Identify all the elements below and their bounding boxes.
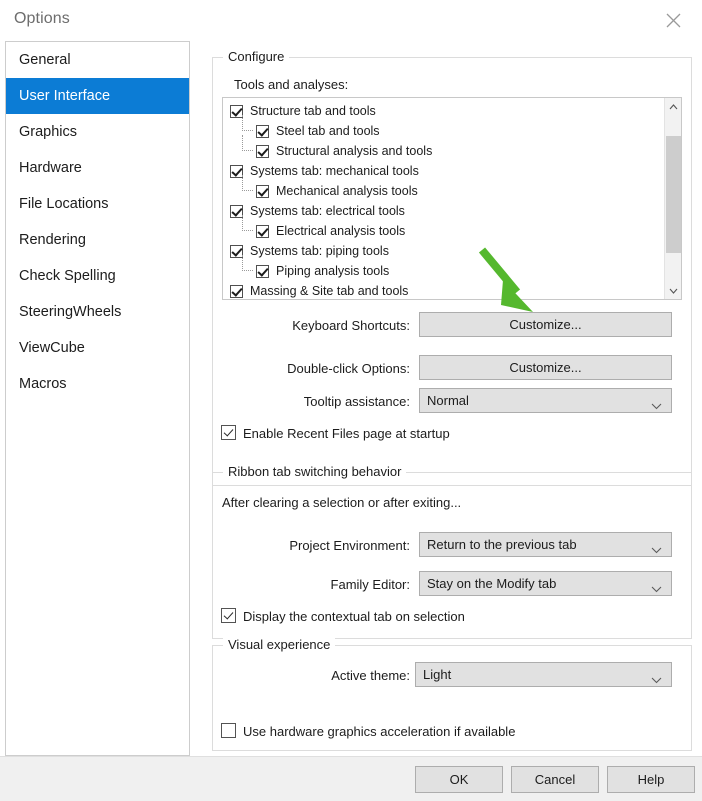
tree-checkbox[interactable] — [256, 144, 269, 158]
sidebar-item-label: Check Spelling — [19, 268, 116, 284]
tree-item[interactable]: Steel tab and tools — [223, 115, 663, 141]
keyboard-shortcuts-customize-button[interactable]: Customize... — [419, 312, 672, 337]
family-editor-label: Family Editor: — [330, 577, 410, 592]
sidebar-item-label: Hardware — [19, 160, 82, 176]
sidebar-item-check-spelling[interactable]: Check Spelling — [6, 258, 189, 294]
family-editor-select[interactable]: Stay on the Modify tab — [419, 571, 672, 596]
tree-item[interactable]: Massing & Site tab and tools — [223, 281, 663, 299]
sidebar-item-label: SteeringWheels — [19, 304, 122, 320]
tooltip-assistance-select[interactable]: Normal — [419, 388, 672, 413]
scroll-up-icon[interactable] — [665, 98, 681, 115]
scrollbar-thumb[interactable] — [666, 136, 681, 253]
tree-item-label: Massing & Site tab and tools — [250, 284, 409, 298]
sidebar-item-user-interface[interactable]: User Interface — [6, 78, 189, 114]
help-button[interactable]: Help — [607, 766, 695, 793]
settings-panel: Configure Tools and analyses: Structure … — [200, 41, 698, 756]
enable-recent-files-checkbox[interactable] — [221, 425, 236, 440]
tree-scrollbar[interactable] — [664, 98, 681, 299]
sidebar-item-macros[interactable]: Macros — [6, 366, 189, 402]
sidebar-item-label: General — [19, 52, 71, 68]
cancel-button[interactable]: Cancel — [511, 766, 599, 793]
tree-checkbox[interactable] — [256, 184, 269, 198]
chevron-down-icon — [651, 398, 662, 413]
sidebar-item-steeringwheels[interactable]: SteeringWheels — [6, 294, 189, 330]
keyboard-shortcuts-label: Keyboard Shortcuts: — [292, 318, 410, 333]
chevron-down-icon — [651, 581, 662, 596]
tree-item-label: Piping analysis tools — [276, 264, 390, 278]
tooltip-assistance-value: Normal — [427, 393, 469, 408]
close-button[interactable] — [652, 6, 694, 34]
tree-item[interactable]: Structural analysis and tools — [223, 135, 663, 161]
sidebar-item-viewcube[interactable]: ViewCube — [6, 330, 189, 366]
sidebar-item-file-locations[interactable]: File Locations — [6, 186, 189, 222]
category-sidebar: General User Interface Graphics Hardware… — [5, 41, 190, 756]
tree-checkbox[interactable] — [256, 264, 269, 278]
sidebar-item-label: ViewCube — [19, 340, 85, 356]
display-contextual-tab-label: Display the contextual tab on selection — [243, 609, 465, 624]
hardware-acceleration-checkbox[interactable] — [221, 723, 236, 738]
project-environment-label: Project Environment: — [289, 538, 410, 553]
tree-item-label: Structure tab and tools — [250, 104, 376, 118]
scroll-down-icon[interactable] — [665, 282, 681, 299]
tools-tree-rows: Structure tab and tools Steel tab and to… — [223, 98, 663, 299]
tree-item-label: Systems tab: piping tools — [250, 244, 389, 258]
family-editor-value: Stay on the Modify tab — [427, 576, 557, 591]
active-theme-select[interactable]: Light — [415, 662, 672, 687]
sidebar-item-rendering[interactable]: Rendering — [6, 222, 189, 258]
tree-item-label: Mechanical analysis tools — [276, 184, 418, 198]
hardware-acceleration-label: Use hardware graphics acceleration if av… — [243, 724, 516, 739]
tree-item[interactable]: Electrical analysis tools — [223, 215, 663, 241]
sidebar-item-label: Macros — [19, 376, 67, 392]
enable-recent-files-label: Enable Recent Files page at startup — [243, 426, 450, 441]
double-click-customize-button[interactable]: Customize... — [419, 355, 672, 380]
dialog-footer: OK Cancel Help — [0, 756, 702, 801]
tree-item[interactable]: Piping analysis tools — [223, 255, 663, 281]
chevron-down-icon — [651, 542, 662, 557]
page-title: Options — [14, 10, 70, 27]
sidebar-item-label: File Locations — [19, 196, 109, 212]
sidebar-item-label: Rendering — [19, 232, 86, 248]
tools-and-analyses-label: Tools and analyses: — [234, 77, 349, 92]
project-environment-value: Return to the previous tab — [427, 537, 577, 552]
sidebar-item-hardware[interactable]: Hardware — [6, 150, 189, 186]
title-bar: Options — [0, 0, 702, 42]
active-theme-value: Light — [423, 667, 452, 682]
visual-experience-group-legend: Visual experience — [223, 637, 336, 652]
tree-item-label: Steel tab and tools — [276, 124, 380, 138]
tools-tree-list[interactable]: Structure tab and tools Steel tab and to… — [222, 97, 682, 300]
tree-checkbox[interactable] — [256, 124, 269, 138]
tree-checkbox[interactable] — [256, 224, 269, 238]
active-theme-label: Active theme: — [331, 668, 410, 683]
tree-item[interactable]: Structure tab and tools — [223, 101, 663, 121]
ok-button[interactable]: OK — [415, 766, 503, 793]
sidebar-item-general[interactable]: General — [6, 42, 189, 78]
ribbon-behavior-intro: After clearing a selection or after exit… — [222, 495, 462, 510]
tree-item-label: Structural analysis and tools — [276, 144, 433, 158]
tree-checkbox[interactable] — [230, 284, 243, 298]
options-dialog: Options General User Interface Graphics … — [0, 0, 702, 801]
display-contextual-tab-checkbox[interactable] — [221, 608, 236, 623]
sidebar-item-label: Graphics — [19, 124, 78, 140]
configure-group-legend: Configure — [223, 49, 290, 64]
double-click-options-label: Double-click Options: — [287, 361, 410, 376]
chevron-down-icon — [651, 672, 662, 687]
tree-item[interactable]: Systems tab: piping tools — [223, 241, 663, 261]
sidebar-item-graphics[interactable]: Graphics — [6, 114, 189, 150]
tree-item[interactable]: Systems tab: mechanical tools — [223, 161, 663, 181]
tree-item-label: Systems tab: mechanical tools — [250, 164, 419, 178]
tooltip-assistance-label: Tooltip assistance: — [303, 394, 410, 409]
tree-item-label: Electrical analysis tools — [276, 224, 406, 238]
close-icon — [666, 13, 681, 28]
tree-item[interactable]: Mechanical analysis tools — [223, 175, 663, 201]
ribbon-behavior-group-legend: Ribbon tab switching behavior — [223, 464, 407, 479]
project-environment-select[interactable]: Return to the previous tab — [419, 532, 672, 557]
tree-item-label: Systems tab: electrical tools — [250, 204, 405, 218]
sidebar-item-label: User Interface — [19, 88, 111, 104]
tree-item[interactable]: Systems tab: electrical tools — [223, 201, 663, 221]
